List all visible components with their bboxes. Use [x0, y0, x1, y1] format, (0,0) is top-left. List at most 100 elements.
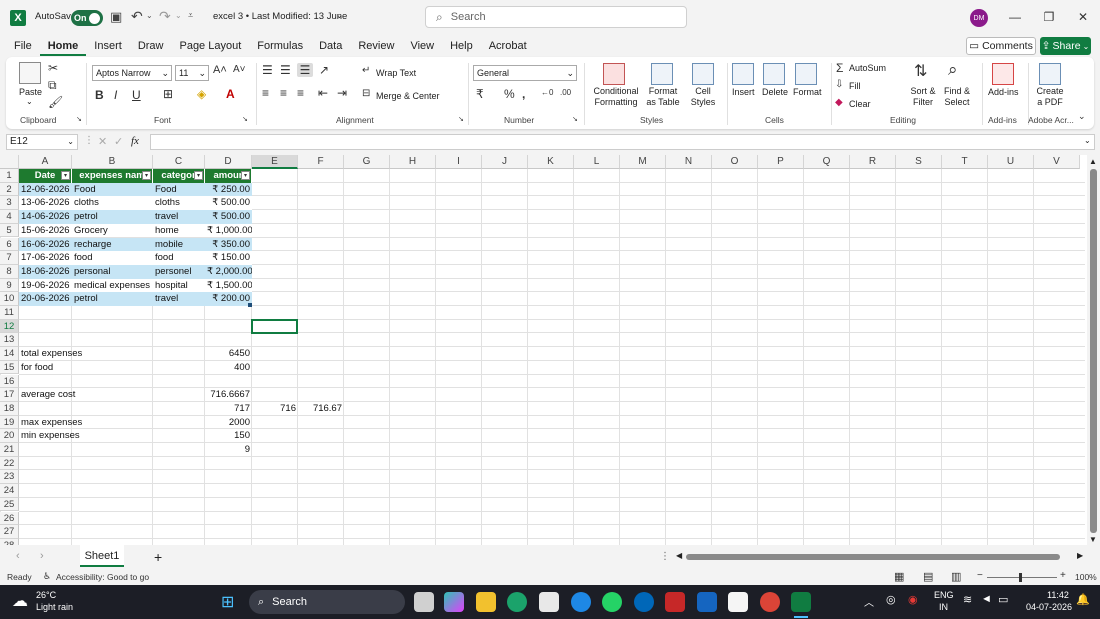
fill-color-icon[interactable]: ◈: [197, 87, 206, 101]
table-cell[interactable]: personel: [153, 264, 205, 279]
fill-button[interactable]: Fill: [849, 81, 861, 91]
formula-input[interactable]: [150, 134, 1095, 150]
row-header-19[interactable]: 19: [0, 415, 19, 430]
table-cell[interactable]: travel: [153, 210, 205, 224]
borders-icon[interactable]: ⊞: [163, 87, 173, 101]
excel-taskbar-icon[interactable]: [791, 592, 811, 612]
edge-icon[interactable]: [507, 592, 527, 612]
summary-cell-min-value[interactable]: 150: [205, 429, 252, 443]
table-header-cell[interactable]: amour ▾: [205, 169, 252, 183]
delete-cells-icon[interactable]: [763, 63, 785, 85]
row-header-5[interactable]: 5: [0, 223, 19, 238]
table-cell[interactable]: ₹ 350.00: [205, 237, 252, 252]
column-header-o[interactable]: O: [712, 155, 758, 169]
font-color-icon[interactable]: A: [226, 87, 235, 101]
column-header-i[interactable]: I: [436, 155, 482, 169]
summary-cell-total-value[interactable]: 6450: [205, 347, 252, 361]
column-header-r[interactable]: R: [850, 155, 896, 169]
weather-temp[interactable]: 26°C: [36, 590, 56, 600]
zoom-out-icon[interactable]: −: [977, 570, 983, 581]
tab-page-layout[interactable]: Page Layout: [171, 36, 249, 56]
row-header-24[interactable]: 24: [0, 484, 19, 498]
align-middle-icon[interactable]: ☰: [280, 63, 291, 77]
taskbar-search[interactable]: ⌕ Search: [249, 590, 405, 614]
normal-view-icon[interactable]: ▦: [894, 570, 904, 583]
clear-icon[interactable]: ◆: [835, 97, 843, 108]
browser-icon[interactable]: [571, 592, 591, 612]
column-header-t[interactable]: T: [942, 155, 988, 169]
file-explorer-icon[interactable]: [476, 592, 496, 612]
restore-icon[interactable]: ❐: [1040, 8, 1058, 26]
format-as-table-icon[interactable]: [651, 63, 673, 85]
copilot-icon[interactable]: [444, 592, 464, 612]
column-header-l[interactable]: L: [574, 155, 620, 169]
align-center-icon[interactable]: ≡: [280, 86, 287, 100]
merge-center-icon[interactable]: ⊟: [362, 88, 370, 99]
customize-toolbar-icon[interactable]: ⩡: [188, 10, 193, 21]
page-break-view-icon[interactable]: ▥: [951, 570, 961, 583]
table-cell[interactable]: 15-06-2026: [19, 223, 72, 238]
tray-security-icon[interactable]: ◉: [908, 593, 918, 606]
autosave-toggle[interactable]: On: [71, 10, 103, 26]
row-header-1[interactable]: 1: [0, 169, 19, 183]
format-cells-button[interactable]: Format: [793, 87, 822, 97]
number-launcher-icon[interactable]: ↘: [572, 115, 578, 123]
summary-cell-min-label[interactable]: min expenses: [19, 429, 159, 443]
zoom-level[interactable]: 100%: [1075, 572, 1097, 582]
summary-cell-avg-round-f[interactable]: 716.67: [298, 402, 344, 416]
scroll-left-icon[interactable]: ◀: [676, 551, 682, 560]
tab-formulas[interactable]: Formulas: [249, 36, 311, 56]
language-label[interactable]: ENG: [934, 590, 954, 600]
column-header-s[interactable]: S: [896, 155, 942, 169]
underline-button[interactable]: U: [132, 88, 141, 102]
row-header-22[interactable]: 22: [0, 456, 19, 471]
table-cell[interactable]: 13-06-2026: [19, 196, 72, 211]
italic-button[interactable]: I: [114, 88, 117, 102]
row-header-20[interactable]: 20: [0, 429, 19, 443]
table-cell[interactable]: ₹ 500.00: [205, 210, 252, 224]
format-cells-icon[interactable]: [795, 63, 817, 85]
clear-button[interactable]: Clear: [849, 99, 871, 109]
row-header-17[interactable]: 17: [0, 388, 19, 402]
table-cell[interactable]: ₹ 250.00: [205, 182, 252, 197]
table-cell[interactable]: ₹ 500.00: [205, 196, 252, 211]
row-header-27[interactable]: 27: [0, 525, 19, 539]
chrome-icon[interactable]: [760, 592, 780, 612]
summary-cell-avg-round-e[interactable]: 716: [252, 402, 298, 416]
row-header-16[interactable]: 16: [0, 374, 19, 389]
currency-icon[interactable]: ₹: [476, 87, 484, 101]
zoom-slider[interactable]: [987, 577, 1057, 578]
tab-review[interactable]: Review: [350, 36, 402, 56]
active-cell-selection[interactable]: [251, 318, 298, 335]
volume-icon[interactable]: ◄: [981, 593, 992, 605]
decrease-decimal-icon[interactable]: .00: [560, 88, 571, 97]
format-as-table-button[interactable]: Format as Table: [643, 86, 683, 108]
row-header-4[interactable]: 4: [0, 210, 19, 224]
copy-icon[interactable]: ⧉: [48, 78, 57, 93]
table-cell[interactable]: 19-06-2026: [19, 278, 72, 293]
add-sheet-button[interactable]: +: [154, 549, 162, 565]
battery-icon[interactable]: ▭: [998, 593, 1008, 606]
row-header-12[interactable]: 12: [0, 319, 19, 334]
summary-cell-food-label[interactable]: for food: [19, 361, 159, 375]
table-cell[interactable]: medical expenses: [72, 278, 153, 293]
table-header-cell[interactable]: Date ▾: [19, 169, 72, 183]
row-header-18[interactable]: 18: [0, 401, 19, 416]
cancel-icon[interactable]: ✕: [98, 135, 107, 148]
filter-dropdown-icon[interactable]: ▾: [241, 171, 250, 180]
table-header-cell[interactable]: categor ▾: [153, 169, 205, 183]
increase-font-icon[interactable]: A˄: [213, 64, 227, 76]
column-header-h[interactable]: H: [390, 155, 436, 169]
zoom-slider-thumb[interactable]: [1019, 573, 1022, 582]
add-ins-icon[interactable]: [992, 63, 1014, 85]
page-layout-view-icon[interactable]: ▤: [923, 570, 933, 583]
column-header-p[interactable]: P: [758, 155, 804, 169]
table-cell[interactable]: food: [72, 251, 153, 265]
table-cell[interactable]: 14-06-2026: [19, 210, 72, 224]
column-header-m[interactable]: M: [620, 155, 666, 169]
insert-cells-button[interactable]: Insert: [732, 87, 755, 97]
column-header-e[interactable]: E: [252, 155, 298, 169]
column-header-q[interactable]: Q: [804, 155, 850, 169]
column-header-b[interactable]: B: [72, 155, 153, 169]
row-header-3[interactable]: 3: [0, 196, 19, 211]
